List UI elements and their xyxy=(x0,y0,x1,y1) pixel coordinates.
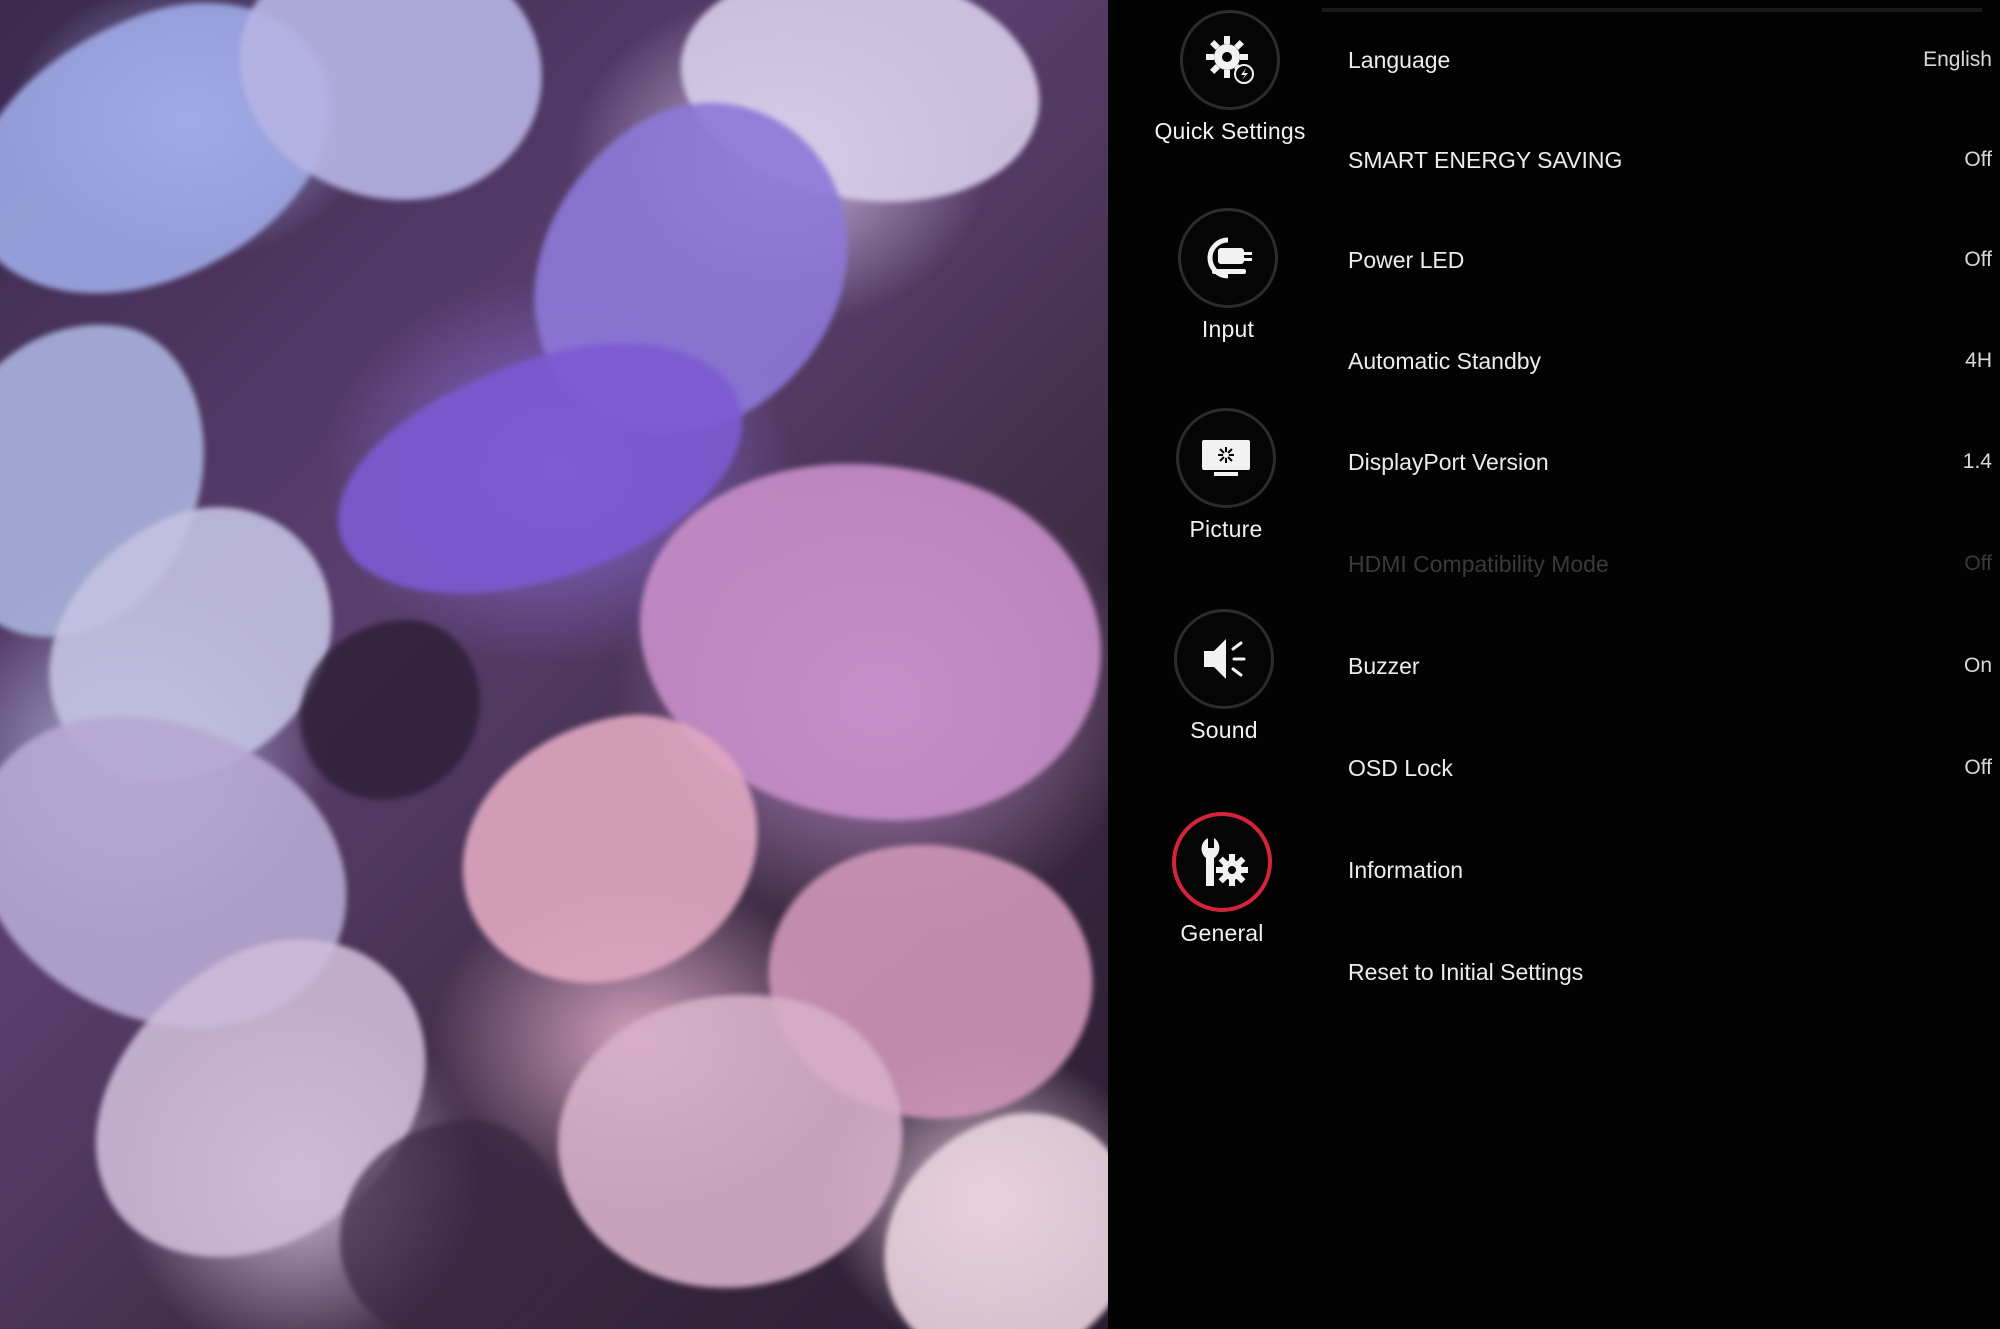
setting-power-led[interactable]: Power LED Off xyxy=(1348,230,2000,290)
nav-input-button[interactable] xyxy=(1178,208,1278,308)
setting-value: Off xyxy=(1964,248,1992,271)
nav-label: Picture xyxy=(1189,516,1263,542)
setting-value: 1.4 xyxy=(1962,450,1992,473)
setting-label: Buzzer xyxy=(1348,652,1420,679)
setting-label: DisplayPort Version xyxy=(1348,448,1549,475)
nav-picture[interactable]: Picture xyxy=(1136,408,1316,543)
setting-osd-lock[interactable]: OSD Lock Off xyxy=(1348,738,2000,798)
setting-smart-energy-saving[interactable]: SMART ENERGY SAVING Off xyxy=(1348,130,2000,190)
nav-label: Input xyxy=(1201,316,1255,342)
monitor-icon xyxy=(1202,440,1250,476)
setting-label: SMART ENERGY SAVING xyxy=(1348,146,1623,173)
nav-sound-button[interactable] xyxy=(1174,609,1274,709)
nav-general[interactable]: General xyxy=(1132,812,1312,947)
wrench-gear-icon xyxy=(1201,838,1248,886)
nav-sound[interactable]: Sound xyxy=(1134,609,1314,744)
setting-hdmi-compatibility-mode: HDMI Compatibility Mode Off xyxy=(1348,534,2000,594)
desktop-wallpaper xyxy=(0,0,1112,1329)
setting-buzzer[interactable]: Buzzer On xyxy=(1348,636,2000,696)
setting-label: Power LED xyxy=(1348,246,1465,273)
setting-label: Reset to Initial Settings xyxy=(1348,958,1584,985)
osd-menu: Quick Settings Input Picture Sound Gener… xyxy=(1108,0,2000,1329)
setting-value: Off xyxy=(1964,148,1992,171)
speaker-icon xyxy=(1204,639,1246,679)
setting-displayport-version[interactable]: DisplayPort Version 1.4 xyxy=(1348,432,2000,492)
nav-quick-settings-button[interactable] xyxy=(1180,10,1280,110)
setting-reset-to-initial-settings[interactable]: Reset to Initial Settings xyxy=(1348,942,2000,1002)
input-source-icon xyxy=(1207,237,1252,279)
nav-general-button[interactable] xyxy=(1172,812,1272,912)
setting-value: 4H xyxy=(1965,349,1992,372)
setting-information[interactable]: Information xyxy=(1348,840,2000,900)
setting-value: On xyxy=(1963,654,1992,677)
nav-label: Quick Settings xyxy=(1154,118,1306,144)
setting-value: Off xyxy=(1964,756,1992,779)
nav-picture-button[interactable] xyxy=(1176,408,1276,508)
setting-label: OSD Lock xyxy=(1348,754,1453,781)
setting-label: Language xyxy=(1348,46,1451,73)
nav-quick-settings[interactable]: Quick Settings xyxy=(1140,10,1320,145)
setting-automatic-standby[interactable]: Automatic Standby 4H xyxy=(1348,331,2000,391)
gear-icon xyxy=(1206,36,1254,84)
monitor-screen: Quick Settings Input Picture Sound Gener… xyxy=(0,0,2000,1329)
osd-divider xyxy=(1322,8,1982,12)
setting-label: Automatic Standby xyxy=(1348,347,1542,374)
setting-language[interactable]: Language English xyxy=(1348,30,2000,90)
setting-value: English xyxy=(1923,48,1992,71)
setting-value: Off xyxy=(1964,552,1992,575)
setting-label: Information xyxy=(1348,856,1464,883)
setting-label: HDMI Compatibility Mode xyxy=(1348,550,1609,577)
nav-label: General xyxy=(1180,920,1264,946)
nav-input[interactable]: Input xyxy=(1138,208,1318,343)
nav-label: Sound xyxy=(1190,717,1258,743)
